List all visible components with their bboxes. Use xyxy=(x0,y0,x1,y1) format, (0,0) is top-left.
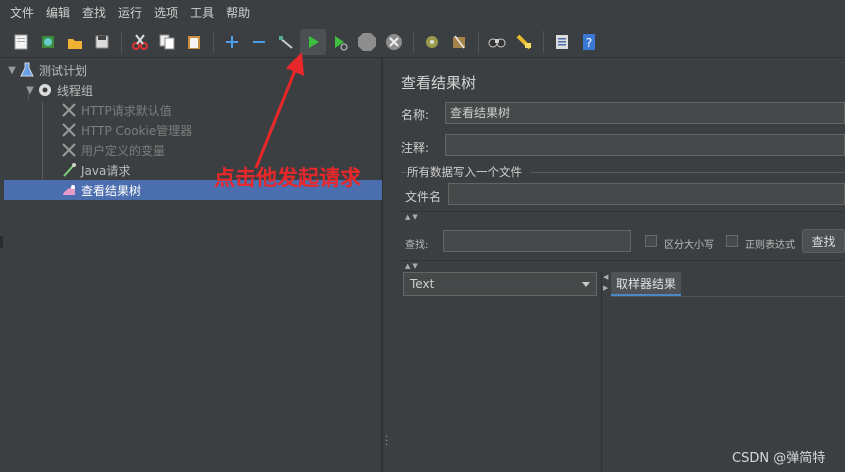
name-field[interactable]: 查看结果树 xyxy=(445,102,845,124)
clear-all-icon[interactable] xyxy=(446,29,472,55)
watermark: CSDN @弹简特 xyxy=(732,451,826,466)
page-title: 查看结果树 xyxy=(401,74,477,92)
menu-edit[interactable]: 编辑 xyxy=(40,0,76,26)
toolbar-separator xyxy=(478,30,479,53)
menu-options[interactable]: 选项 xyxy=(148,0,184,26)
case-sensitive-label: 区分大小写 xyxy=(664,240,714,251)
collapse-arrows-icon[interactable]: ▲▼ xyxy=(405,262,420,270)
results-tree-icon xyxy=(60,181,78,199)
shutdown-icon[interactable] xyxy=(381,29,407,55)
case-sensitive-checkbox[interactable] xyxy=(645,235,657,247)
tree-item-http-defaults[interactable]: HTTP请求默认值 xyxy=(4,100,382,120)
menu-search[interactable]: 查找 xyxy=(76,0,112,26)
search-button[interactable]: 查找 xyxy=(802,229,845,253)
svg-text:?: ? xyxy=(586,36,592,50)
menu-run[interactable]: 运行 xyxy=(112,0,148,26)
name-label: 名称: xyxy=(401,108,430,122)
edge-mark xyxy=(0,236,3,248)
templates-icon[interactable] xyxy=(35,29,61,55)
tree-item-label: HTTP Cookie管理器 xyxy=(81,123,193,138)
results-divider xyxy=(601,270,602,472)
renderer-select[interactable]: Text xyxy=(403,272,597,296)
copy-icon[interactable] xyxy=(154,29,180,55)
group-title: 所有数据写入一个文件 xyxy=(407,165,522,179)
cut-icon[interactable] xyxy=(127,29,153,55)
function-helper-icon[interactable] xyxy=(549,29,575,55)
tree-item-label: HTTP请求默认值 xyxy=(81,103,172,118)
chevron-down-icon[interactable]: ▼ xyxy=(24,85,36,96)
comment-field[interactable] xyxy=(445,134,845,156)
start-no-pause-icon[interactable] xyxy=(327,29,353,55)
tree-item-label: 线程组 xyxy=(57,83,94,98)
filename-field[interactable] xyxy=(448,183,845,205)
divider xyxy=(401,260,845,261)
wrench-icon xyxy=(60,101,78,119)
stop-icon[interactable] xyxy=(354,29,380,55)
new-icon[interactable] xyxy=(8,29,34,55)
clear-icon[interactable] xyxy=(419,29,445,55)
comment-label: 注释: xyxy=(401,141,430,155)
paste-icon[interactable] xyxy=(181,29,207,55)
annotation-text: 点击他发起请求 xyxy=(214,166,361,190)
tree-item-label: 测试计划 xyxy=(39,63,88,78)
renderer-selected-value: Text xyxy=(410,277,435,291)
flask-icon xyxy=(18,61,36,79)
menu-file[interactable]: 文件 xyxy=(4,0,40,26)
toolbar: ? xyxy=(0,26,845,58)
filename-label: 文件名 xyxy=(405,190,442,204)
search-label: 查找: xyxy=(405,240,429,251)
annotation-arrow xyxy=(254,52,304,169)
splitter-grip[interactable]: · · · xyxy=(385,433,388,451)
gear-icon xyxy=(36,81,54,99)
open-icon[interactable] xyxy=(62,29,88,55)
search-icon[interactable] xyxy=(484,29,510,55)
tree-item-cookie-manager[interactable]: HTTP Cookie管理器 xyxy=(4,120,382,140)
tree-item-test-plan[interactable]: ▼ 测试计划 xyxy=(4,60,382,80)
menu-help[interactable]: 帮助 xyxy=(220,0,256,26)
menu-tools[interactable]: 工具 xyxy=(184,0,220,26)
help-icon[interactable]: ? xyxy=(576,29,602,55)
tree-item-label: 查看结果树 xyxy=(81,183,142,198)
toolbar-separator xyxy=(213,30,214,53)
wrench-icon xyxy=(60,121,78,139)
chevron-down-icon[interactable]: ▼ xyxy=(6,65,18,76)
test-plan-tree: ▼ 测试计划 ▼ 线程组 HTTP请求默认值 HTTP Cookie管理器 用户… xyxy=(4,58,382,472)
tree-item-label: Java请求 xyxy=(81,163,131,178)
panel-splitter[interactable]: · · · xyxy=(382,58,390,472)
tree-item-thread-group[interactable]: ▼ 线程组 xyxy=(4,80,382,100)
save-icon[interactable] xyxy=(89,29,115,55)
toolbar-separator xyxy=(413,30,414,53)
regex-label: 正则表达式 xyxy=(745,240,795,251)
toolbar-separator xyxy=(121,30,122,53)
tab-underline xyxy=(611,296,845,297)
start-icon xyxy=(309,35,319,48)
tree-item-label: 用户定义的变量 xyxy=(81,143,166,158)
split-arrows-icon[interactable]: ◀ ▶ xyxy=(603,272,608,294)
menu-bar: 文件 编辑 查找 运行 选项 工具 帮助 xyxy=(0,0,845,26)
group-border xyxy=(531,172,845,173)
tab-sampler-result[interactable]: 取样器结果 xyxy=(611,272,681,296)
pipette-icon xyxy=(60,161,78,179)
chevron-down-icon xyxy=(582,282,590,287)
regex-checkbox[interactable] xyxy=(726,235,738,247)
collapse-arrows-icon[interactable]: ▲▼ xyxy=(405,213,420,221)
tree-item-user-variables[interactable]: 用户定义的变量 xyxy=(4,140,382,160)
search-input[interactable] xyxy=(443,230,631,252)
reset-search-icon[interactable] xyxy=(511,29,537,55)
toolbar-separator xyxy=(543,30,544,53)
divider xyxy=(401,211,845,212)
view-results-tree-panel: 查看结果树 名称: 查看结果树 注释: 所有数据写入一个文件 文件名 ▲▼ 查找… xyxy=(391,58,845,472)
wrench-icon xyxy=(60,141,78,159)
